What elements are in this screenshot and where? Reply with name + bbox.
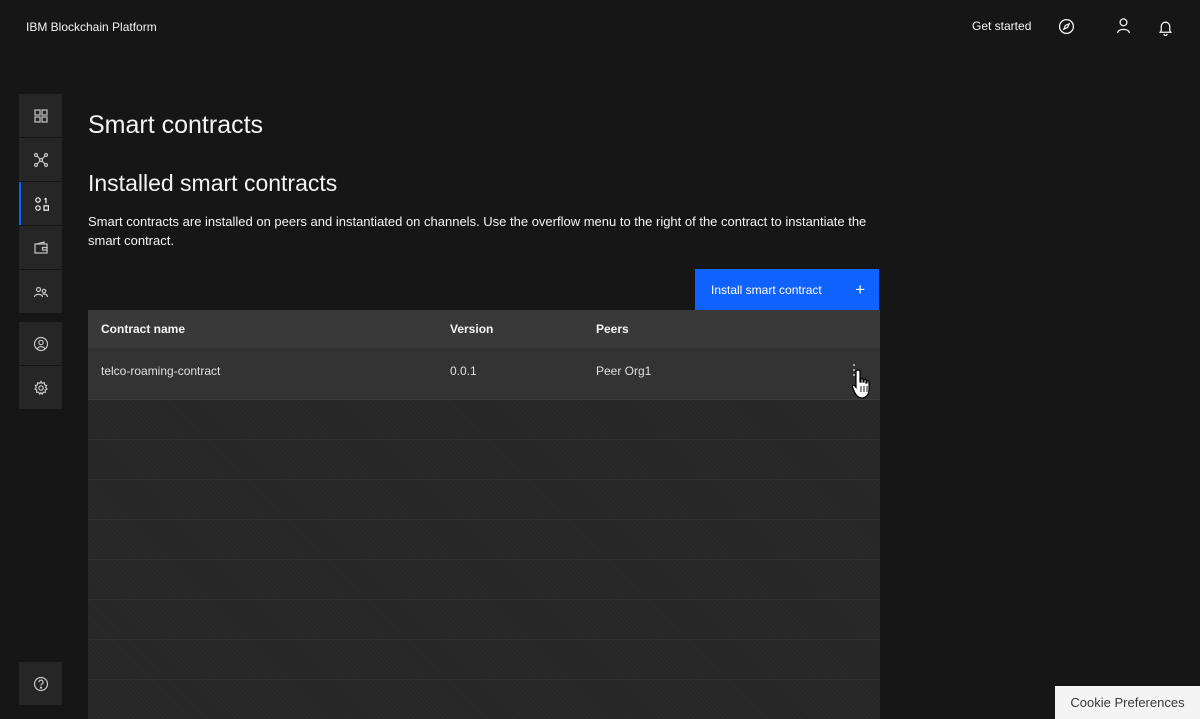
settings-icon: [33, 379, 48, 395]
user-profile-icon: [33, 336, 48, 351]
cell-contract-name: telco-roaming-contract: [101, 364, 221, 378]
sidebar-item-smart-contracts[interactable]: [19, 182, 62, 225]
network-icon: [33, 152, 48, 167]
empty-row: [88, 560, 880, 600]
empty-row: [88, 400, 880, 440]
organizations-icon: [33, 286, 48, 297]
top-header: IBM Blockchain Platform Get started: [0, 0, 1200, 54]
empty-row: [88, 600, 880, 640]
cell-peers: Peer Org1: [596, 364, 652, 378]
dashboard-grid-icon: [33, 108, 48, 123]
sidebar-item-user-profile[interactable]: [19, 322, 62, 365]
wallet-icon: [33, 240, 48, 254]
get-started-link[interactable]: Get started: [972, 19, 1031, 33]
hand-pointer-cursor-icon: [851, 369, 870, 399]
sidebar-item-help[interactable]: [19, 662, 62, 705]
user-icon[interactable]: [1113, 15, 1133, 35]
sidebar-item-wallet[interactable]: [19, 226, 62, 269]
sidebar-item-organizations[interactable]: [19, 270, 62, 313]
brand-name[interactable]: IBM Blockchain Platform: [26, 20, 157, 34]
empty-row: [88, 480, 880, 520]
smart-contracts-icon: [34, 196, 49, 211]
section-title: Installed smart contracts: [88, 170, 338, 196]
cell-version: 0.0.1: [450, 364, 477, 378]
table-row[interactable]: telco-roaming-contract 0.0.1 Peer Org1: [88, 348, 880, 400]
sidebar-item-settings[interactable]: [19, 366, 62, 409]
install-smart-contract-button[interactable]: Install smart contract +: [695, 269, 879, 310]
notification-icon[interactable]: [1155, 17, 1175, 37]
page-title: Smart contracts: [88, 111, 264, 139]
empty-row: [88, 640, 880, 680]
section-description: Smart contracts are installed on peers a…: [88, 214, 867, 248]
sidebar-item-dashboard[interactable]: [19, 94, 62, 137]
install-button-label: Install smart contract: [711, 282, 822, 297]
compass-icon[interactable]: [1056, 16, 1076, 36]
column-header-peers[interactable]: Peers: [596, 322, 629, 336]
column-header-version[interactable]: Version: [450, 322, 493, 336]
help-icon: [33, 676, 48, 691]
app-page: IBM Blockchain Platform Get started Smar…: [0, 0, 1200, 719]
installed-contracts-table: Contract name Version Peers telco-roamin…: [88, 310, 880, 719]
sidebar-item-network[interactable]: [19, 138, 62, 181]
table-header: Contract name Version Peers: [88, 310, 880, 348]
cookie-preferences-button[interactable]: Cookie Preferences: [1055, 686, 1200, 719]
plus-icon: +: [855, 280, 865, 299]
column-header-contract-name[interactable]: Contract name: [101, 322, 185, 336]
empty-row: [88, 520, 880, 560]
empty-row: [88, 440, 880, 480]
